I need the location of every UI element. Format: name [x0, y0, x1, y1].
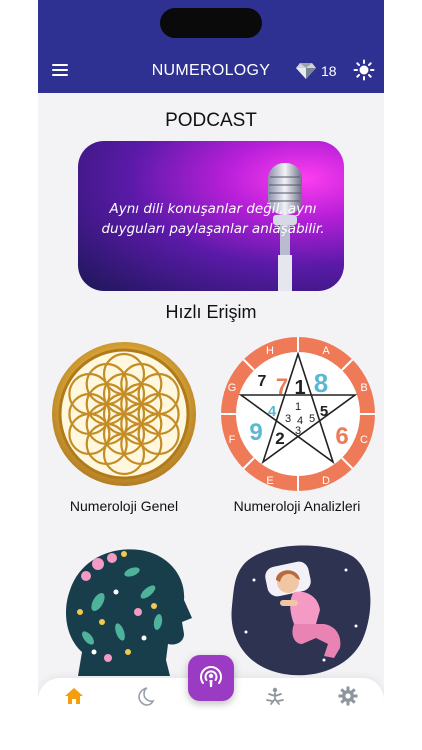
pentagram-small-digit: 5 — [309, 413, 315, 425]
pentagram-letter: E — [266, 475, 273, 487]
theme-toggle-sun-icon[interactable] — [353, 59, 375, 81]
card-label: Numeroloji Genel — [69, 498, 179, 514]
header-bar: NUMEROLOGY 18 — [38, 0, 384, 93]
numerology-analyses-card[interactable]: H A B C D E F G 7 7 1 8 4 5 9 2 6 1 3 4 … — [211, 336, 384, 521]
personality-card[interactable] — [38, 536, 211, 676]
meditation-icon[interactable] — [265, 686, 285, 706]
floral-head-image — [66, 549, 192, 676]
pentagram-letter: G — [228, 382, 237, 394]
diamond-icon — [296, 63, 316, 79]
sleeping-woman-image — [231, 545, 371, 676]
podcast-quote: Aynı dili konuşanlar değil, aynı duygula… — [101, 201, 325, 237]
pentagram-letter: A — [322, 345, 330, 357]
pentagram-digit: 9 — [249, 419, 262, 446]
gem-count: 18 — [321, 63, 337, 79]
pentagram-letter: F — [229, 434, 236, 446]
pentagram-digit: 7 — [258, 373, 267, 390]
pentagram-digit: 7 — [276, 374, 288, 399]
podcast-fab-button[interactable] — [188, 655, 234, 701]
numerology-general-card[interactable]: Numeroloji Genel — [38, 336, 211, 521]
home-icon[interactable] — [64, 686, 84, 706]
numerology-pentagram-image: H A B C D E F G 7 7 1 8 4 5 9 2 6 1 3 4 … — [221, 337, 375, 491]
gear-icon[interactable] — [338, 686, 358, 706]
app-screen: NUMEROLOGY 18 PODCAST Aynı dili konuşanl… — [38, 0, 384, 710]
podcast-banner[interactable]: Aynı dili konuşanlar değil, aynı duygula… — [78, 141, 344, 291]
pentagram-digit: 1 — [294, 377, 305, 399]
pentagram-small-digit: 3 — [285, 413, 291, 425]
pentagram-small-digit: 3 — [295, 425, 301, 437]
pentagram-digit: 5 — [320, 403, 328, 420]
pentagram-letter: D — [322, 475, 330, 487]
quick-access-title: Hızlı Erişim — [165, 302, 257, 322]
pentagram-small-digit: 1 — [295, 401, 301, 413]
dreams-card[interactable] — [211, 536, 384, 676]
moon-icon[interactable] — [135, 686, 155, 706]
podcast-icon — [200, 666, 222, 687]
pentagram-digit: 4 — [268, 403, 277, 420]
pentagram-letter: C — [360, 434, 368, 446]
podcast-section-title: PODCAST — [165, 110, 257, 131]
device-notch — [160, 8, 262, 38]
pentagram-digit: 2 — [275, 429, 284, 448]
pentagram-digit: 6 — [335, 423, 348, 450]
pentagram-letter: H — [266, 345, 274, 357]
pentagram-digit: 8 — [314, 368, 328, 398]
pentagram-letter: B — [360, 382, 367, 394]
flower-of-life-image — [52, 342, 196, 486]
card-label: Numeroloji Analizleri — [233, 498, 361, 514]
